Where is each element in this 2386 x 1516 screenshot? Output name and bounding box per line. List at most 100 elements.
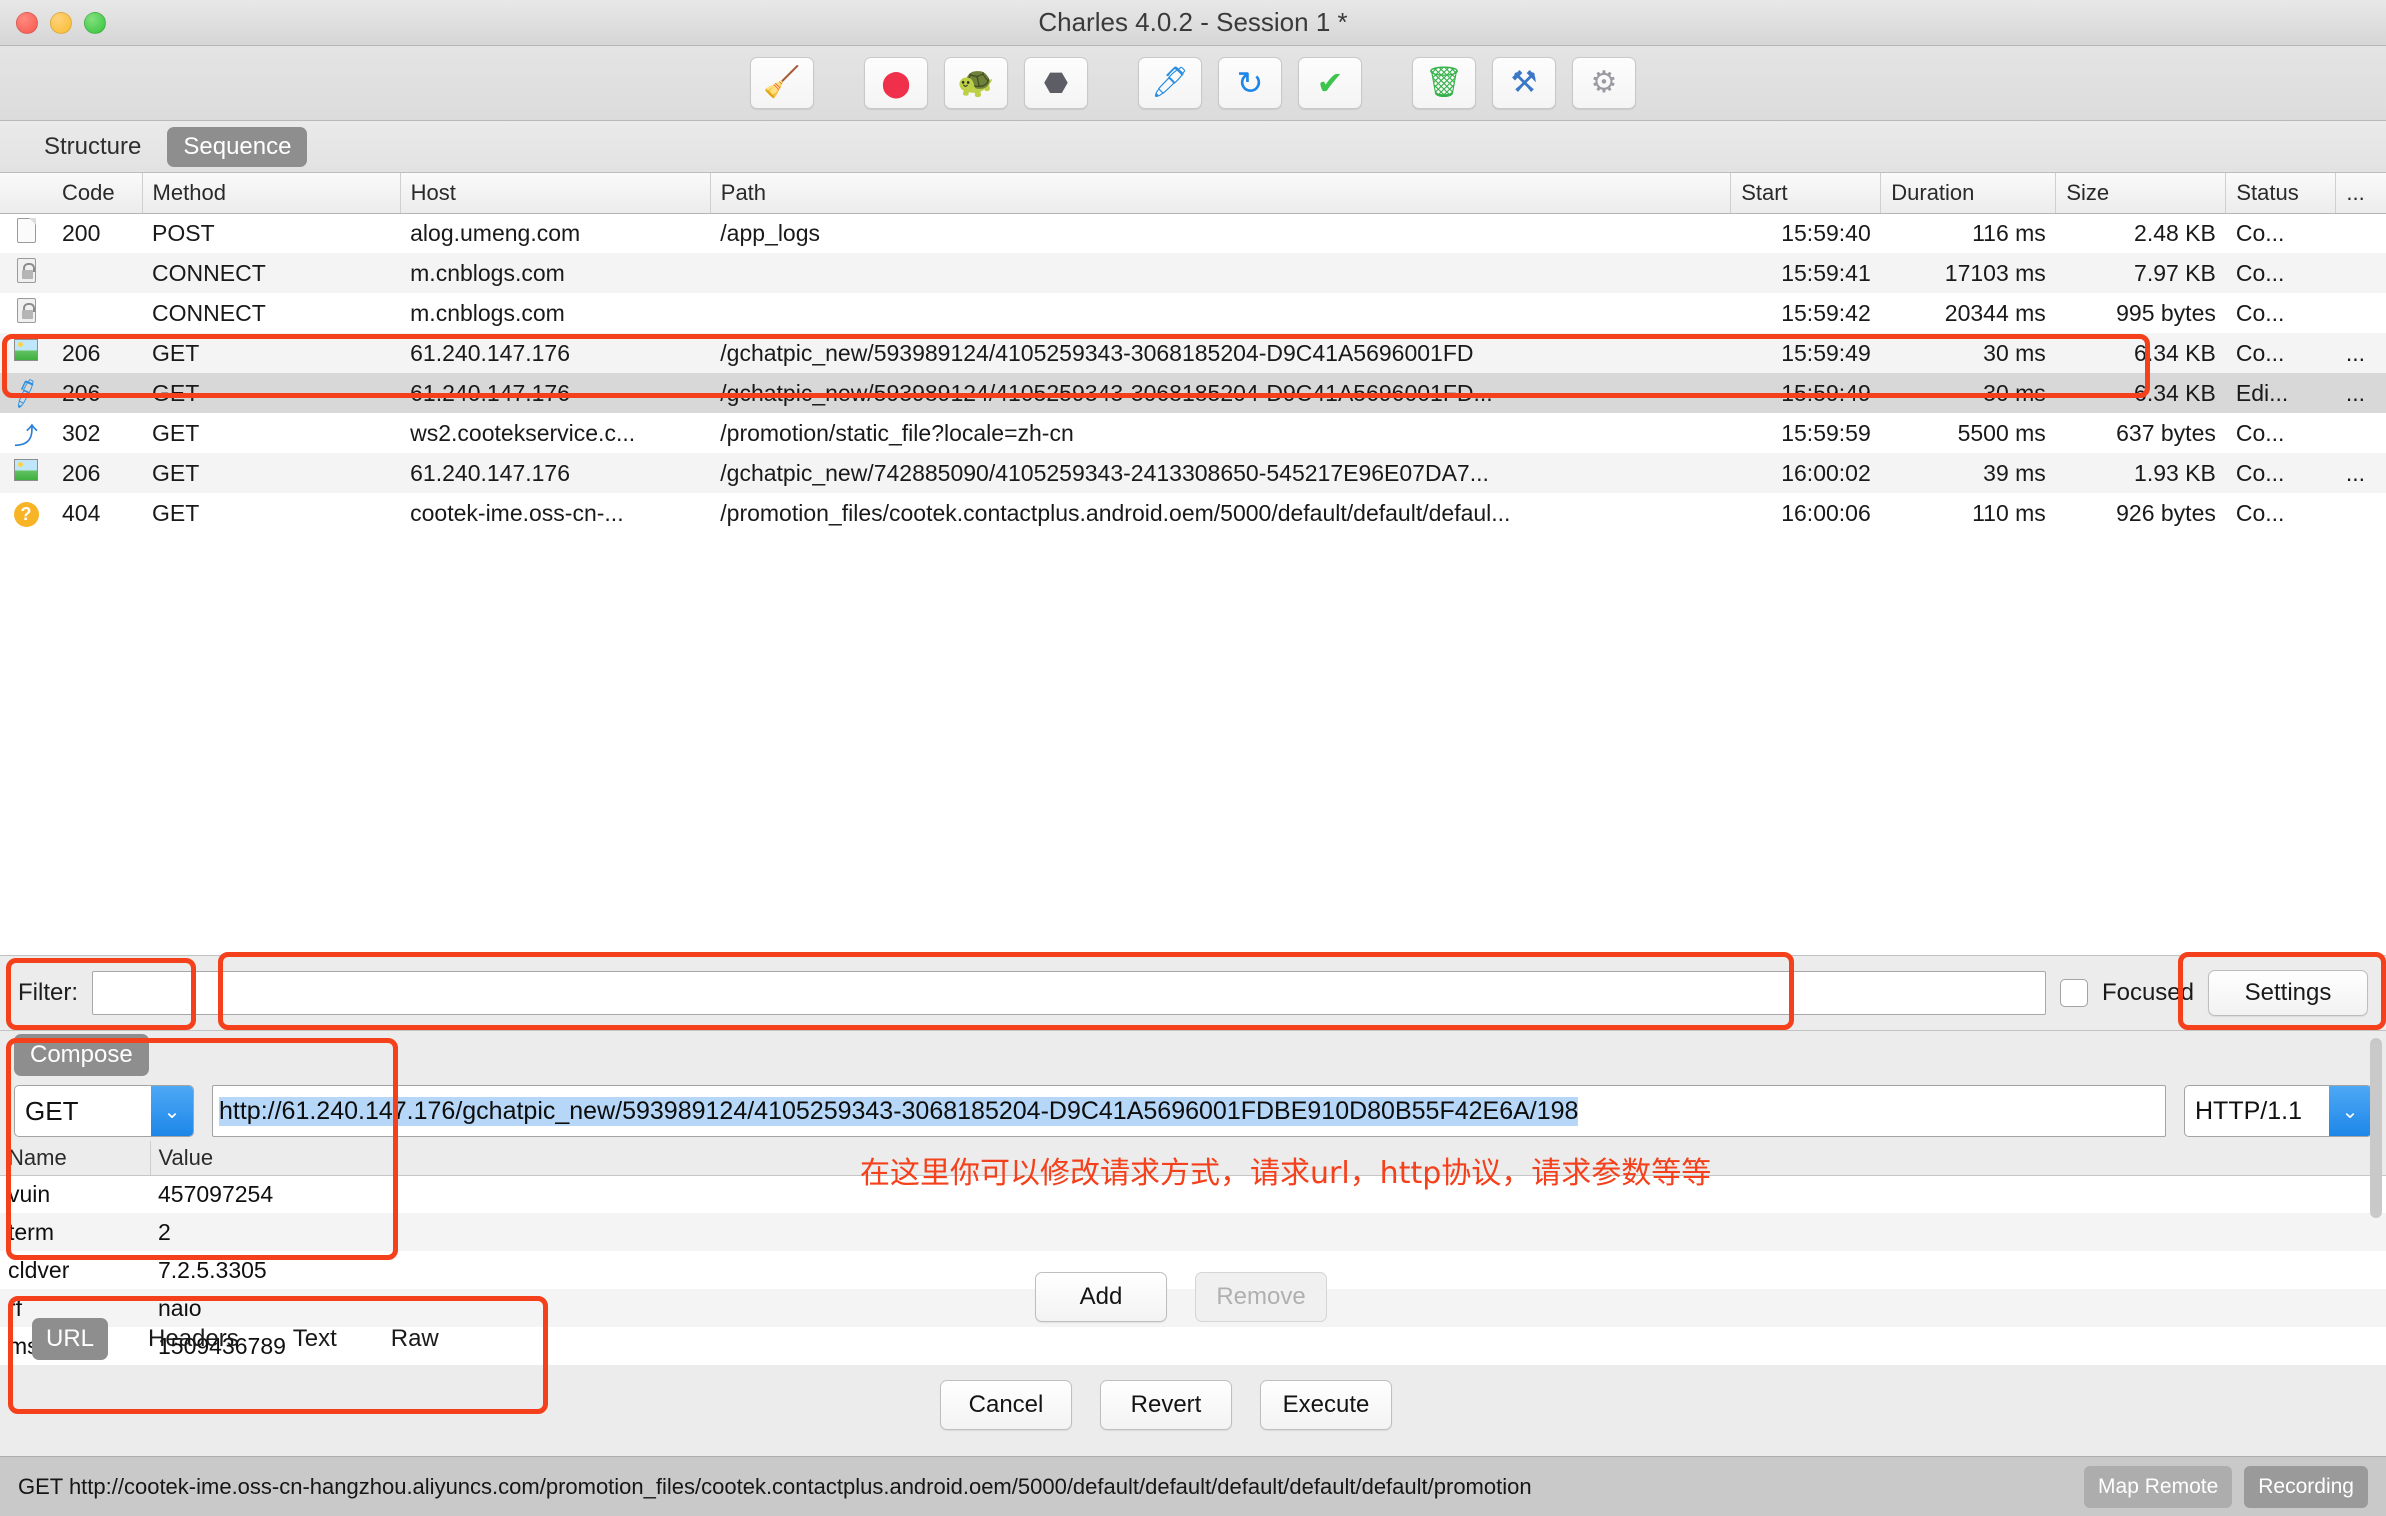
validate-button[interactable]: ✔ (1298, 57, 1362, 109)
param-value[interactable]: 2 (150, 1213, 2386, 1251)
param-name[interactable]: vuin (0, 1175, 150, 1213)
tab-headers[interactable]: Headers (134, 1318, 253, 1360)
table-row[interactable]: ? 404 GET cootek-ime.oss-cn-... /promoti… (0, 493, 2386, 533)
map-remote-indicator[interactable]: Map Remote (2084, 1465, 2233, 1508)
remove-param-button[interactable]: Remove (1195, 1272, 1327, 1322)
param-name[interactable]: term (0, 1213, 150, 1251)
tools-icon: ⚒ (1510, 66, 1538, 99)
execute-button[interactable]: Execute (1260, 1380, 1392, 1430)
cell-code: 206 (52, 453, 143, 493)
chevron-down-icon[interactable]: ⌄ (2329, 1086, 2371, 1136)
cell-status: Co... (2225, 333, 2336, 373)
cell-code: 206 (52, 333, 143, 373)
param-row[interactable]: term 2 (0, 1213, 2386, 1251)
pen-icon: 🖊 (1150, 66, 1190, 99)
close-button[interactable] (16, 11, 38, 34)
table-row-selected[interactable]: 🖊 206 GET 61.240.147.176 /gchatpic_new/5… (0, 373, 2386, 413)
question-icon: ? (13, 502, 39, 527)
cell-status: Co... (2235, 219, 2285, 246)
col-status[interactable]: Status (2225, 173, 2337, 214)
cell-duration: 17103 ms (1880, 253, 2056, 293)
record-toggle-button[interactable]: ⬤ (864, 57, 928, 109)
filter-input[interactable] (92, 971, 2046, 1015)
minimize-button[interactable] (50, 11, 72, 34)
col-duration[interactable]: Duration (1880, 173, 2057, 214)
zoom-button[interactable] (84, 11, 106, 34)
table-row[interactable]: 206 GET 61.240.147.176 /gchatpic_new/742… (0, 453, 2386, 493)
cell-host: ws2.cootekservice.c... (410, 419, 636, 446)
cancel-button[interactable]: Cancel (940, 1380, 1072, 1430)
revert-button[interactable]: Revert (1100, 1380, 1232, 1430)
method-value: GET (25, 1095, 79, 1126)
url-value: http://61.240.147.176/gchatpic_new/59398… (219, 1096, 1579, 1126)
table-row[interactable]: ⤴ 302 GET ws2.cootekservice.c... /promot… (0, 413, 2386, 453)
table-row[interactable]: CONNECT m.cnblogs.com 15:59:42 20344 ms … (0, 293, 2386, 333)
url-input[interactable]: http://61.240.147.176/gchatpic_new/59398… (212, 1085, 2166, 1137)
cell-host: alog.umeng.com (410, 219, 581, 246)
repeat-button[interactable]: ↻ (1218, 57, 1282, 109)
cell-size: 6.34 KB (2055, 333, 2226, 373)
col-method[interactable]: Method (142, 173, 401, 214)
col-param-name[interactable]: Name (0, 1141, 151, 1176)
param-value[interactable]: 1509436789 (150, 1327, 2386, 1365)
tools-button[interactable]: ⚒ (1492, 57, 1556, 109)
checkmark-icon: ✔ (1316, 65, 1344, 101)
cell-size: 6.34 KB (2055, 373, 2226, 413)
tab-text[interactable]: Text (279, 1318, 351, 1360)
cell-path: /gchatpic_new/593989124/4105259343-30681… (710, 373, 1731, 413)
image-icon (14, 459, 38, 481)
col-path[interactable]: Path (710, 173, 1732, 214)
tab-structure[interactable]: Structure (28, 127, 157, 167)
cell-start: 16:00:06 (1781, 499, 1871, 526)
table-row[interactable]: CONNECT m.cnblogs.com 15:59:41 17103 ms … (0, 253, 2386, 293)
body-tab-strip: URL Headers Text Raw (26, 1300, 473, 1360)
compose-button[interactable]: 🖊 (1138, 57, 1202, 109)
tab-compose[interactable]: Compose (14, 1034, 149, 1076)
cell-path: /promotion/static_file?locale=zh-cn (720, 419, 1074, 446)
shield-icon: ⬣ (1043, 67, 1069, 98)
col-start[interactable]: Start (1730, 173, 1882, 214)
cell-start: 15:59:59 (1781, 419, 1871, 446)
window-title: Charles 4.0.2 - Session 1 * (1038, 7, 1348, 37)
table-header-row: Code Method Host Path Start Duration Siz… (0, 173, 2386, 214)
clear-session-button[interactable]: 🧹 (750, 57, 814, 109)
breakpoints-button[interactable]: ⬣ (1024, 57, 1088, 109)
status-url-text: GET http://cootek-ime.oss-cn-hangzhou.al… (18, 1473, 1532, 1499)
param-name[interactable]: cldver (0, 1251, 150, 1289)
cell-method: GET (152, 419, 200, 446)
row-type-icon (0, 253, 53, 293)
col-host[interactable]: Host (400, 173, 711, 214)
annotation-text: 在这里你可以修改请求方式，请求url，http协议，请求参数等等 (860, 1156, 1712, 1191)
table-row[interactable]: 200 POST alog.umeng.com /app_logs 15:59:… (0, 213, 2386, 253)
cell-code (52, 253, 143, 293)
cell-method: POST (152, 219, 215, 246)
tab-sequence[interactable]: Sequence (167, 126, 308, 167)
method-select[interactable]: GET ⌄ (14, 1085, 194, 1137)
settings-button[interactable]: Settings (2208, 970, 2368, 1016)
cell-more (2336, 213, 2386, 253)
params-scrollbar[interactable] (2370, 1038, 2382, 1218)
protocol-select[interactable]: HTTP/1.1 ⌄ (2184, 1085, 2372, 1137)
compose-actions: Cancel Revert Execute (940, 1380, 1392, 1430)
throttle-button[interactable]: 🐢 (944, 57, 1008, 109)
focused-checkbox[interactable] (2059, 979, 2088, 1007)
col-more[interactable]: ... (2335, 173, 2386, 214)
status-bar: GET http://cootek-ime.oss-cn-hangzhou.al… (0, 1456, 2386, 1516)
add-param-button[interactable]: Add (1035, 1272, 1167, 1322)
protocol-value: HTTP/1.1 (2195, 1096, 2302, 1125)
gear-icon: ⚙ (1590, 66, 1618, 99)
col-size[interactable]: Size (2055, 173, 2227, 214)
col-code[interactable]: Code (52, 173, 143, 214)
table-row[interactable]: 206 GET 61.240.147.176 /gchatpic_new/593… (0, 333, 2386, 373)
cell-more: ... (2335, 453, 2386, 493)
recording-indicator[interactable]: Recording (2244, 1465, 2368, 1508)
trash-button[interactable]: 🗑 (1412, 57, 1476, 109)
cell-duration: 39 ms (1880, 453, 2056, 493)
tab-url[interactable]: URL (32, 1318, 109, 1360)
tab-raw[interactable]: Raw (377, 1318, 453, 1360)
session-table-container: Code Method Host Path Start Duration Siz… (0, 173, 2386, 955)
cell-status: Edi... (2225, 373, 2336, 413)
settings-gear-button[interactable]: ⚙ (1572, 57, 1636, 109)
chevron-down-icon[interactable]: ⌄ (151, 1086, 193, 1136)
cell-start: 15:59:42 (1781, 299, 1871, 326)
